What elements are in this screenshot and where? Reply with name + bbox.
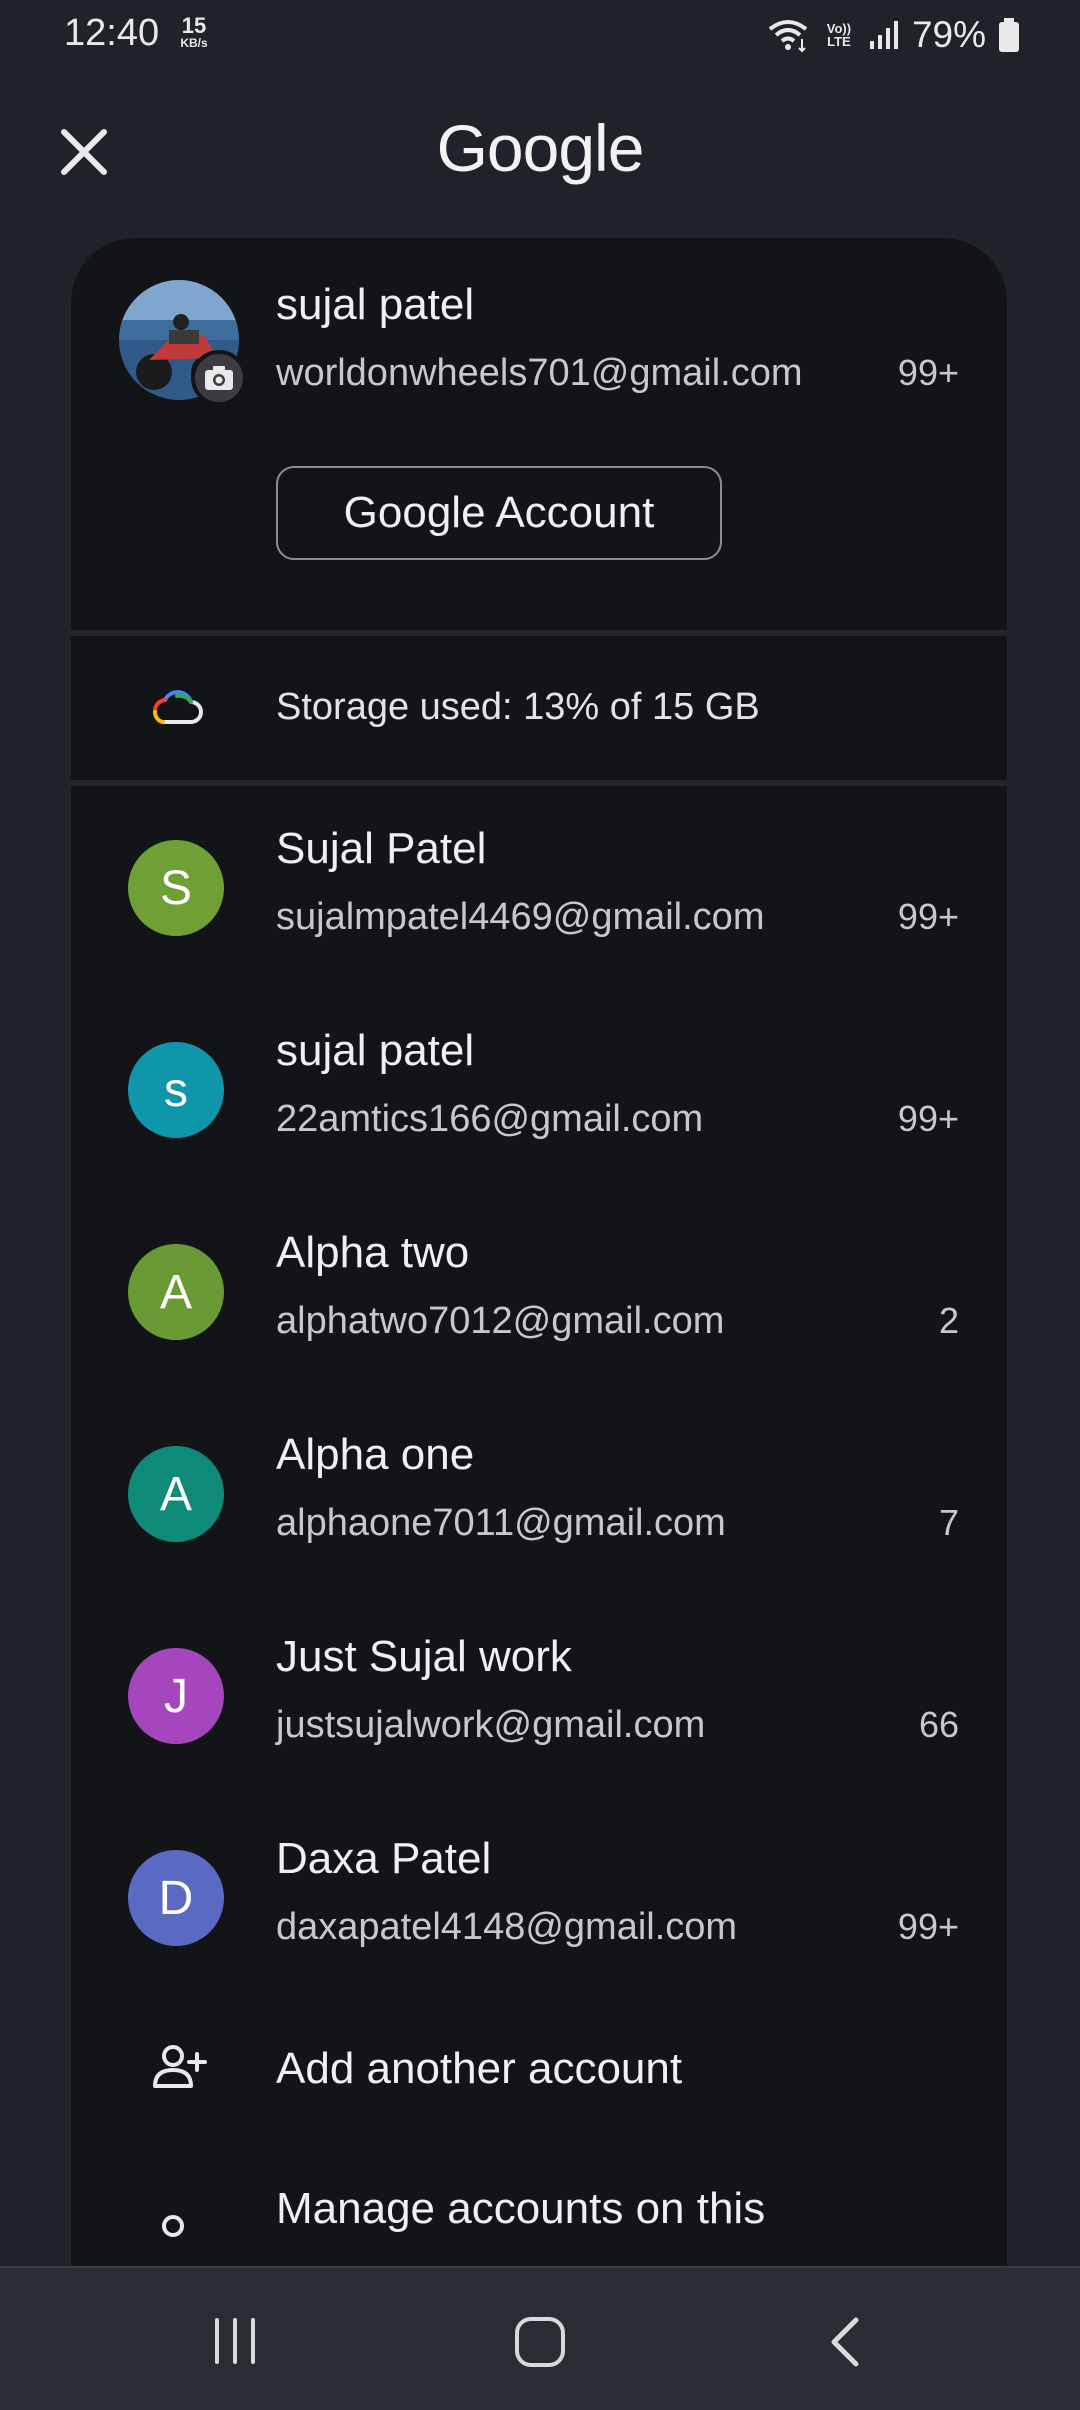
navigation-bar bbox=[0, 2266, 1080, 2410]
network-speed: 15 KB/s bbox=[174, 13, 214, 51]
add-account-button[interactable]: Add another account bbox=[71, 1998, 1007, 2154]
current-account-email: worldonwheels701@gmail.com bbox=[276, 352, 803, 394]
account-email: alphaone7011@gmail.com bbox=[276, 1502, 726, 1544]
manage-accounts-icon bbox=[162, 2215, 184, 2237]
account-name: Sujal Patel bbox=[276, 824, 487, 873]
battery-percent: 79% bbox=[911, 14, 986, 55]
cloud-icon bbox=[152, 690, 203, 724]
unread-count: 99+ bbox=[897, 1906, 959, 1947]
camera-icon bbox=[205, 366, 233, 390]
battery-icon bbox=[999, 18, 1019, 52]
manage-accounts-label: Manage accounts on this bbox=[276, 2184, 766, 2233]
account-name: sujal patel bbox=[276, 1026, 475, 1075]
account-row[interactable]: S Sujal Patel sujalmpatel4469@gmail.com … bbox=[71, 786, 1007, 988]
account-name: Alpha two bbox=[276, 1228, 470, 1277]
recents-icon[interactable] bbox=[205, 2316, 265, 2366]
current-account-name: sujal patel bbox=[276, 280, 475, 329]
home-icon[interactable] bbox=[512, 2314, 568, 2370]
status-time: 12:40 bbox=[64, 12, 160, 54]
account-email: justsujalwork@gmail.com bbox=[276, 1704, 706, 1746]
unread-count: 66 bbox=[918, 1704, 959, 1745]
current-account: sujal patel worldonwheels701@gmail.com 9… bbox=[71, 238, 1007, 630]
google-logo: Google bbox=[436, 111, 645, 185]
account-name: Just Sujal work bbox=[276, 1632, 572, 1681]
top-bar: Google bbox=[0, 90, 1080, 210]
account-sheet: sujal patel worldonwheels701@gmail.com 9… bbox=[71, 238, 1007, 2338]
signal-icon bbox=[869, 21, 898, 49]
avatar: J bbox=[128, 1648, 224, 1744]
account-email: 22amtics166@gmail.com bbox=[276, 1098, 704, 1140]
status-icons: Vo)) LTE 79% bbox=[766, 10, 1020, 60]
account-row[interactable]: s sujal patel 22amtics166@gmail.com 99+ bbox=[71, 988, 1007, 1190]
account-email: sujalmpatel4469@gmail.com bbox=[276, 896, 765, 938]
storage-row[interactable]: Storage used: 13% of 15 GB bbox=[71, 636, 1007, 780]
avatar: s bbox=[128, 1042, 224, 1138]
unread-count: 99+ bbox=[897, 896, 959, 937]
network-speed-value: 15 bbox=[181, 13, 207, 38]
account-name: Daxa Patel bbox=[276, 1834, 492, 1883]
unread-count: 7 bbox=[938, 1502, 959, 1543]
change-photo-button[interactable] bbox=[191, 350, 247, 406]
account-row[interactable]: A Alpha two alphatwo7012@gmail.com 2 bbox=[71, 1190, 1007, 1392]
status-bar: 12:40 15 KB/s Vo)) LTE 79% bbox=[0, 0, 1080, 70]
avatar: A bbox=[128, 1446, 224, 1542]
wifi-icon bbox=[768, 20, 808, 53]
account-email: alphatwo7012@gmail.com bbox=[276, 1300, 725, 1342]
network-speed-unit: KB/s bbox=[180, 36, 208, 50]
avatar: D bbox=[128, 1850, 224, 1946]
unread-count: 99+ bbox=[897, 1098, 959, 1139]
account-email: daxapatel4148@gmail.com bbox=[276, 1906, 738, 1948]
account-row[interactable]: D Daxa Patel daxapatel4148@gmail.com 99+ bbox=[71, 1796, 1007, 1998]
account-name: Alpha one bbox=[276, 1430, 475, 1479]
unread-count: 2 bbox=[938, 1300, 959, 1341]
avatar: S bbox=[128, 840, 224, 936]
back-icon[interactable] bbox=[820, 2314, 870, 2370]
volte-indicator: Vo)) LTE bbox=[826, 21, 852, 49]
storage-used-text: Storage used: 13% of 15 GB bbox=[276, 686, 760, 728]
add-account-label: Add another account bbox=[276, 2044, 683, 2093]
account-row[interactable]: A Alpha one alphaone7011@gmail.com 7 bbox=[71, 1392, 1007, 1594]
current-account-unread: 99+ bbox=[897, 352, 959, 393]
google-account-button[interactable]: Google Account bbox=[276, 466, 722, 560]
account-row[interactable]: J Just Sujal work justsujalwork@gmail.co… bbox=[71, 1594, 1007, 1796]
add-person-icon bbox=[153, 2045, 207, 2088]
avatar: A bbox=[128, 1244, 224, 1340]
